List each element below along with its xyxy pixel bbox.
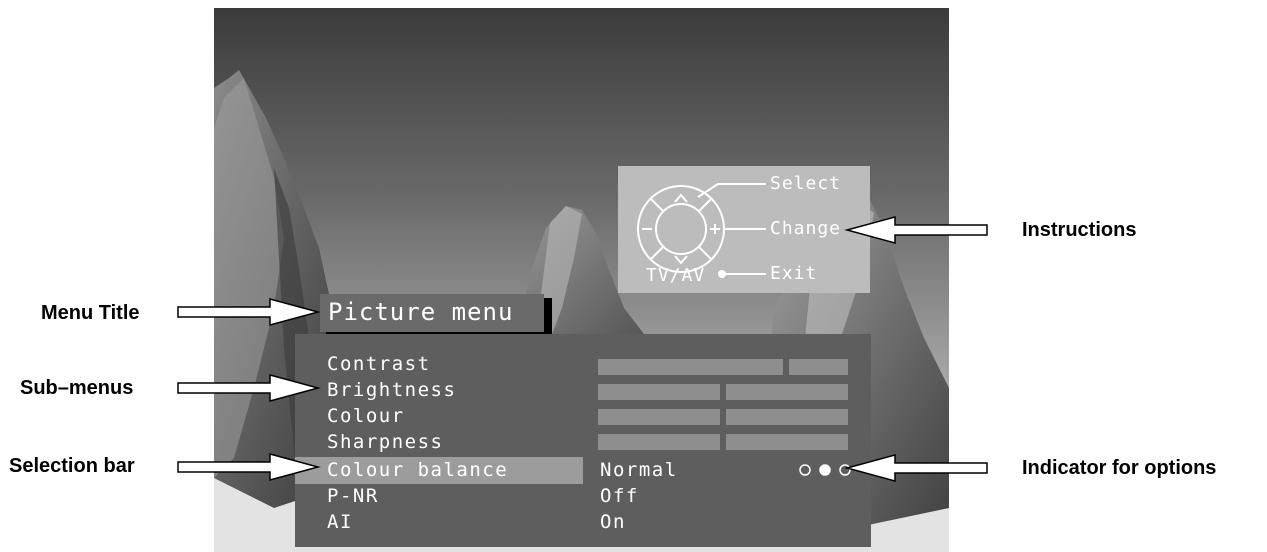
arrow-icon — [177, 298, 321, 326]
callout-instructions: Instructions — [1022, 219, 1137, 241]
arrow-icon — [177, 453, 321, 481]
callout-indicator: Indicator for options — [1022, 457, 1217, 479]
arrow-icon — [177, 374, 321, 402]
callout-menu-title: Menu Title — [41, 302, 140, 324]
arrow-icon — [844, 216, 988, 244]
callout-selection-bar: Selection bar — [9, 455, 135, 477]
arrow-icon — [844, 454, 988, 482]
callout-sub-menus: Sub–menus — [20, 377, 134, 399]
